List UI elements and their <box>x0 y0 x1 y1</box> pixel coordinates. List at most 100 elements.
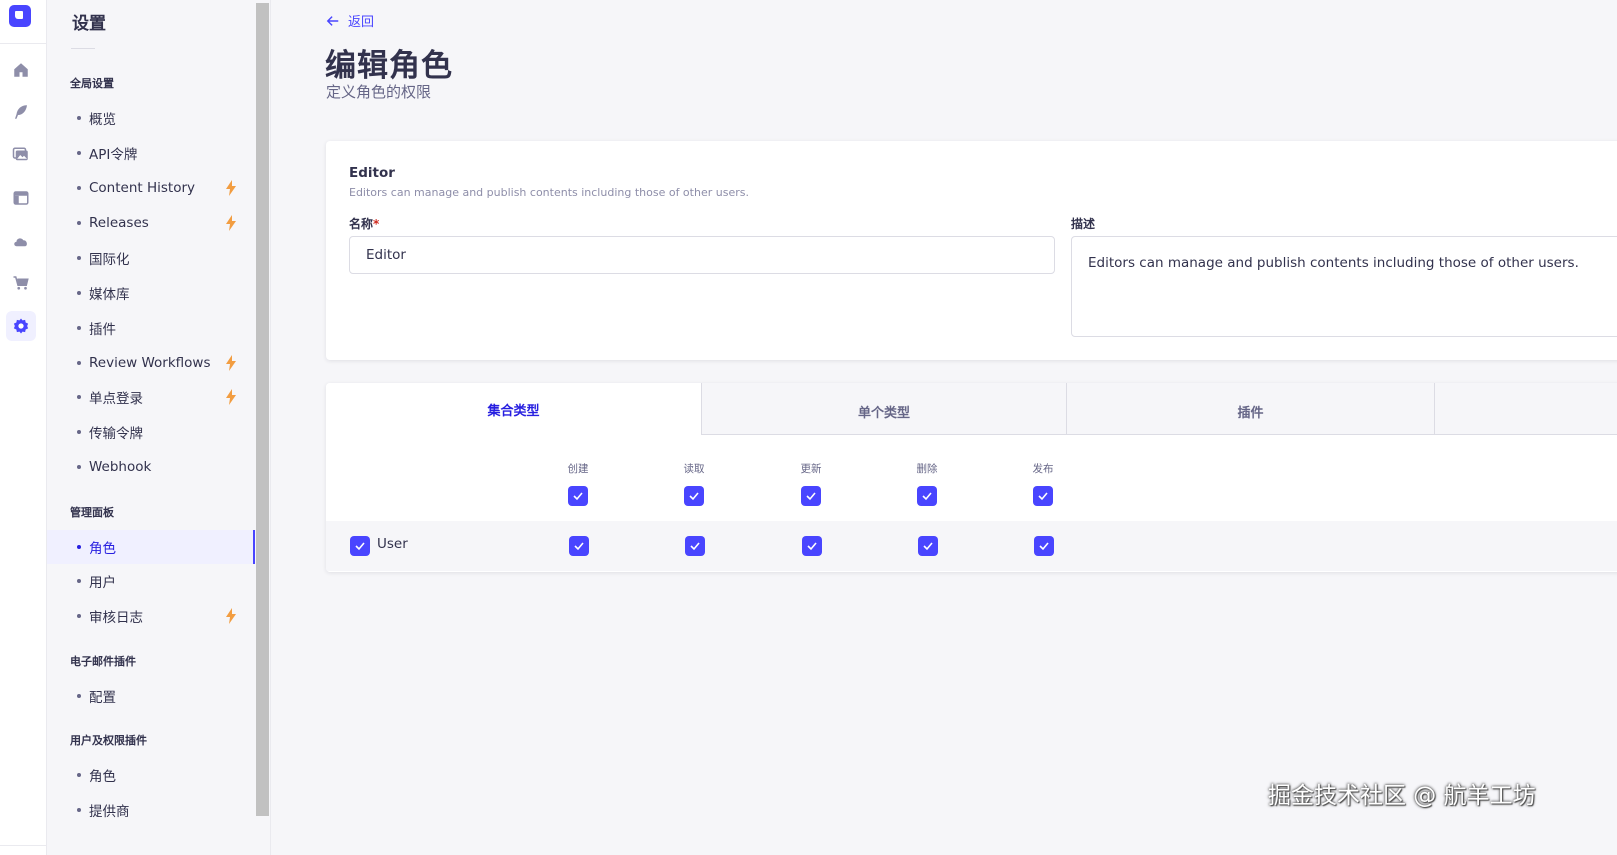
sidebar-item-label: 概览 <box>89 112 116 128</box>
user-delete-checkbox[interactable] <box>918 536 938 556</box>
sidebar-item-label: 传输令牌 <box>89 426 143 442</box>
select-all-read-checkbox[interactable] <box>684 486 704 506</box>
check-icon <box>922 492 932 501</box>
role-details-card: Editor Editors can manage and publish co… <box>326 141 1617 360</box>
tab-plugins[interactable]: 插件 <box>1066 383 1434 435</box>
sidebar-item-releases[interactable]: Releases <box>47 206 255 240</box>
section-users-permissions-plugin: 用户及权限插件 <box>70 734 147 747</box>
back-link[interactable]: 返回 <box>326 11 374 30</box>
sidebar-item-plugins[interactable]: 插件 <box>47 311 255 345</box>
bullet-icon <box>77 221 81 225</box>
arrow-left-icon <box>326 15 339 26</box>
name-field-label: 名称* <box>349 215 379 232</box>
rail-bottom-divider <box>0 845 46 846</box>
sidebar-item-i18n[interactable]: 国际化 <box>47 241 255 275</box>
tab-settings-partial[interactable] <box>1434 383 1617 435</box>
marketplace-icon[interactable] <box>6 268 36 298</box>
bullet-icon <box>77 465 81 469</box>
bullet-icon <box>77 430 81 434</box>
page-title: 编辑角色 <box>325 48 453 84</box>
bullet-icon <box>77 579 81 583</box>
sidebar-item-transfer-tokens[interactable]: 传输令牌 <box>47 415 255 449</box>
bullet-icon <box>77 256 81 260</box>
back-label: 返回 <box>348 15 375 30</box>
lightning-icon <box>226 180 236 196</box>
bullet-icon <box>77 186 81 190</box>
cloud-icon[interactable] <box>6 226 36 256</box>
sidebar-item-overview[interactable]: 概览 <box>47 101 255 135</box>
role-name-value: Editor <box>366 247 406 263</box>
sidebar-item-content-history[interactable]: Content History <box>47 171 255 205</box>
sidebar-item-sso[interactable]: 单点登录 <box>47 380 255 414</box>
sidebar-item-webhook[interactable]: Webhook <box>47 450 255 484</box>
select-all-publish-checkbox[interactable] <box>1033 486 1053 506</box>
permissions-panel: 集合类型 单个类型 插件 创建 读取 更新 删除 发布 User <box>326 383 1617 572</box>
bullet-icon <box>77 808 81 812</box>
user-read-checkbox[interactable] <box>685 536 705 556</box>
bullet-icon <box>77 116 81 120</box>
permission-tabs: 集合类型 单个类型 插件 <box>326 383 1617 435</box>
sidebar-item-up-roles[interactable]: 角色 <box>47 758 255 792</box>
user-update-checkbox[interactable] <box>802 536 822 556</box>
section-global-settings: 全局设置 <box>70 77 114 90</box>
page-subtitle: 定义角色的权限 <box>326 83 432 101</box>
sidebar-item-review-workflows[interactable]: Review Workflows <box>47 346 255 380</box>
description-field-label: 描述 <box>1071 217 1096 231</box>
role-name-heading: Editor <box>349 165 395 181</box>
sidebar-item-api-tokens[interactable]: API令牌 <box>47 136 255 170</box>
content-type-builder-icon[interactable] <box>6 183 36 213</box>
select-all-delete-checkbox[interactable] <box>917 486 937 506</box>
tab-single-types[interactable]: 单个类型 <box>701 383 1066 435</box>
sidebar-item-label: 单点登录 <box>89 391 143 407</box>
lightning-icon <box>226 608 236 624</box>
table-row: User <box>326 521 1617 571</box>
sidebar-item-label: Releases <box>89 215 149 231</box>
sidebar-item-providers[interactable]: 提供商 <box>47 793 255 827</box>
sidebar-item-email-config[interactable]: 配置 <box>47 679 255 713</box>
home-icon[interactable] <box>6 55 36 85</box>
settings-icon[interactable] <box>6 311 36 341</box>
column-publish-label: 发布 <box>1032 463 1054 475</box>
sidebar-item-label: API令牌 <box>89 147 138 163</box>
lightning-icon <box>226 389 236 405</box>
section-email-plugin: 电子邮件插件 <box>70 655 136 668</box>
logo-icon[interactable] <box>9 5 31 27</box>
sidebar-item-audit-logs[interactable]: 审核日志 <box>47 599 255 633</box>
check-icon <box>355 542 365 551</box>
bullet-icon <box>77 291 81 295</box>
select-all-update-checkbox[interactable] <box>801 486 821 506</box>
bullet-icon <box>77 326 81 330</box>
check-icon <box>1038 492 1048 501</box>
sidebar-item-label: 媒体库 <box>89 287 130 303</box>
sidebar-item-roles[interactable]: 角色 <box>47 530 255 564</box>
check-icon <box>574 542 584 551</box>
sidebar-scrollbar[interactable] <box>256 3 269 816</box>
check-icon <box>807 542 817 551</box>
user-publish-checkbox[interactable] <box>1034 536 1054 556</box>
column-read-label: 读取 <box>683 463 705 475</box>
check-icon <box>573 492 583 501</box>
sidebar-item-label: 审核日志 <box>89 610 143 626</box>
bullet-icon <box>77 545 81 549</box>
user-create-checkbox[interactable] <box>569 536 589 556</box>
check-icon <box>923 542 933 551</box>
row-label-user: User <box>377 536 408 552</box>
main-nav-rail <box>0 0 47 855</box>
check-icon <box>690 542 700 551</box>
sidebar-item-label: Webhook <box>89 459 152 475</box>
tab-collection-types[interactable]: 集合类型 <box>326 383 701 435</box>
sidebar-item-label: 国际化 <box>89 252 130 268</box>
bullet-icon <box>77 694 81 698</box>
settings-sidebar: 设置 全局设置 概览 API令牌 Content History Release… <box>47 0 271 855</box>
row-select-checkbox[interactable] <box>350 536 370 556</box>
sidebar-item-users[interactable]: 用户 <box>47 564 255 598</box>
role-name-input[interactable]: Editor <box>349 236 1055 274</box>
bullet-icon <box>77 395 81 399</box>
content-manager-icon[interactable] <box>6 97 36 127</box>
sidebar-item-label: 角色 <box>89 769 116 785</box>
media-library-icon[interactable] <box>6 140 36 170</box>
role-description-textarea[interactable]: Editors can manage and publish contents … <box>1071 236 1617 337</box>
sidebar-item-media-library[interactable]: 媒体库 <box>47 276 255 310</box>
select-all-create-checkbox[interactable] <box>568 486 588 506</box>
sidebar-item-label: 用户 <box>89 575 116 591</box>
